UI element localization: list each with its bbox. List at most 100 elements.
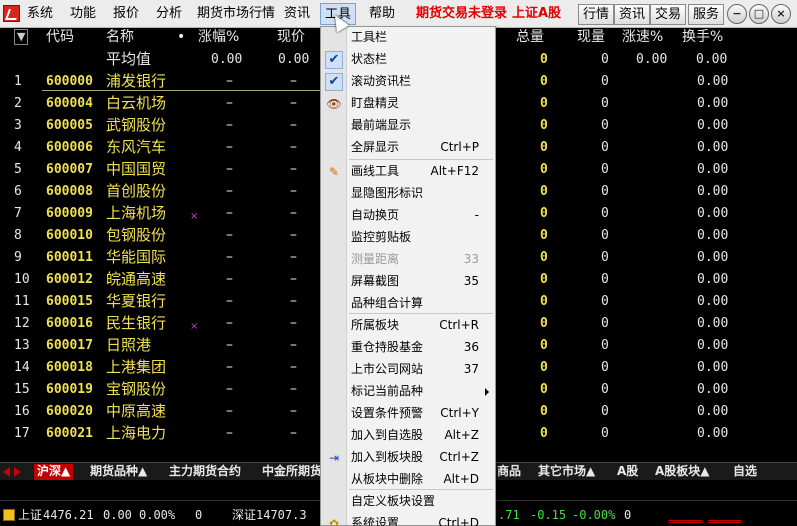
menu-item-12[interactable]: 品种组合计算 [321, 293, 495, 315]
menu-news[interactable]: 资讯 [284, 6, 310, 22]
change-pct: – [226, 315, 233, 331]
menu-item-label: 画线工具 [351, 164, 400, 178]
menu-item-label: 品种组合计算 [351, 296, 424, 310]
menu-item-19[interactable]: ⇥ 加入到板块股 Ctrl+Z [321, 447, 495, 469]
header-cur-volume[interactable]: 现量 [577, 28, 605, 46]
menu-separator [349, 159, 493, 160]
change-pct: – [226, 337, 233, 353]
menu-item-0[interactable]: 工具栏 [321, 27, 495, 49]
menu-item-label: 工具栏 [351, 30, 388, 44]
menu-futures-market[interactable]: 期货市场行情 [197, 6, 275, 22]
quote-button[interactable]: 行情 [578, 4, 615, 25]
menu-item-13[interactable]: 所属板块 Ctrl+R [321, 315, 495, 337]
menu-item-22[interactable]: ✿ 系统设置 Ctrl+D [321, 513, 495, 526]
price: – [290, 117, 297, 133]
stock-code: 600021 [46, 426, 93, 441]
stock-name: 宝钢股份 [106, 380, 167, 398]
futures-login-warning[interactable]: 期货交易未登录 [416, 6, 507, 22]
news-button[interactable]: 资讯 [614, 4, 651, 25]
menu-item-20[interactable]: 从板块中删除 Alt+D [321, 469, 495, 491]
avg-label: 平均值 [106, 50, 152, 68]
price: – [290, 403, 297, 419]
menu-item-3[interactable]: 👁 盯盘精灵 [321, 93, 495, 115]
menu-analysis[interactable]: 分析 [156, 6, 182, 22]
eye-icon: 👁 [326, 97, 342, 111]
menu-item-2[interactable]: ✔ 滚动资讯栏 [321, 71, 495, 93]
index-change-3: -0.15 [530, 508, 567, 522]
sort-toggle-icon[interactable]: ▼ [14, 29, 29, 45]
tab-main-futures[interactable]: 主力期货合约 [169, 464, 241, 480]
menu-item-label: 标记当前品种 [351, 384, 424, 398]
turnover-pct: 0.00 [697, 184, 729, 199]
tab-sh-sz[interactable]: 沪深▲ [34, 464, 74, 480]
header-turnover[interactable]: 换手% [682, 28, 723, 46]
menu-item-6[interactable]: ✎ 画线工具 Alt+F12 [321, 161, 495, 183]
tab-futures-varieties[interactable]: 期货品种▲ [90, 464, 147, 480]
market-indicator[interactable]: 上证A股 [512, 6, 561, 22]
index-change-2: .71 [498, 508, 520, 522]
header-volume[interactable]: 总量 [516, 28, 544, 46]
service-button[interactable]: 服务 [688, 4, 725, 25]
tab-scroll-right-icon[interactable] [14, 467, 21, 477]
menu-function[interactable]: 功能 [70, 6, 96, 22]
volume: 0 [540, 140, 548, 155]
avg-turnover: 0.00 [696, 52, 728, 67]
menu-item-5[interactable]: 全屏显示 Ctrl+P [321, 137, 495, 159]
turnover-pct: 0.00 [697, 74, 729, 89]
menu-item-7[interactable]: 显隐图形标识 [321, 183, 495, 205]
volume: 0 [540, 250, 548, 265]
menu-item-1[interactable]: ✔ 状态栏 [321, 49, 495, 71]
header-speed[interactable]: 涨速% [622, 28, 663, 46]
stock-code: 600000 [46, 74, 93, 89]
turnover-pct: 0.00 [697, 206, 729, 221]
row-index: 4 [14, 140, 22, 155]
menu-item-18[interactable]: 加入到自选股 Alt+Z [321, 425, 495, 447]
current-volume: 0 [601, 426, 609, 441]
menu-item-label: 滚动资讯栏 [351, 74, 412, 88]
stock-code: 600005 [46, 118, 93, 133]
volume: 0 [540, 404, 548, 419]
tab-watchlist[interactable]: 自选 [733, 464, 757, 480]
tab-scroll-left-icon[interactable] [3, 467, 10, 477]
header-price[interactable]: 现价 [277, 28, 305, 46]
menu-system[interactable]: 系统 [27, 6, 53, 22]
menu-item-label: 最前端显示 [351, 118, 412, 132]
menu-item-4[interactable]: 最前端显示 [321, 115, 495, 137]
price: – [290, 183, 297, 199]
menu-item-11[interactable]: 屏幕截图 35 [321, 271, 495, 293]
trade-button[interactable]: 交易 [650, 4, 687, 25]
menu-item-label: 上市公司网站 [351, 362, 424, 376]
avg-cur-volume: 0 [601, 52, 609, 67]
header-code[interactable]: 代码 [46, 28, 74, 46]
turnover-pct: 0.00 [697, 96, 729, 111]
tab-a-shares[interactable]: A股 [617, 464, 638, 480]
header-name[interactable]: 名称 [106, 28, 134, 46]
close-button[interactable]: × [771, 4, 791, 24]
menu-item-21[interactable]: 自定义板块设置 [321, 491, 495, 513]
connection-status-icon[interactable] [3, 509, 15, 521]
change-pct: – [226, 139, 233, 155]
current-volume: 0 [601, 118, 609, 133]
stock-name: 首创股份 [106, 182, 167, 200]
menu-item-8[interactable]: 自动换页 - [321, 205, 495, 227]
menu-item-15[interactable]: 上市公司网站 37 [321, 359, 495, 381]
current-volume: 0 [601, 404, 609, 419]
minimize-button[interactable]: − [727, 4, 747, 24]
row-index: 11 [14, 294, 30, 309]
menu-item-16[interactable]: 标记当前品种 [321, 381, 495, 403]
menu-item-17[interactable]: 设置条件预警 Ctrl+Y [321, 403, 495, 425]
tab-other-markets[interactable]: 其它市场▲ [538, 464, 595, 480]
menu-help[interactable]: 帮助 [369, 6, 395, 22]
tab-a-share-blocks[interactable]: A股板块▲ [655, 464, 710, 480]
menu-quote[interactable]: 报价 [113, 6, 139, 22]
current-volume: 0 [601, 162, 609, 177]
header-change-pct[interactable]: 涨幅% [198, 28, 239, 46]
change-pct: – [226, 183, 233, 199]
menu-item-9[interactable]: 监控剪贴板 [321, 227, 495, 249]
tab-commodities[interactable]: 商品 [497, 464, 521, 480]
menu-item-shortcut: - [474, 208, 479, 222]
tab-cffex-futures[interactable]: 中金所期货 [262, 464, 320, 480]
menu-item-14[interactable]: 重仓持股基金 36 [321, 337, 495, 359]
turnover-pct: 0.00 [697, 228, 729, 243]
maximize-button[interactable]: □ [749, 4, 769, 24]
